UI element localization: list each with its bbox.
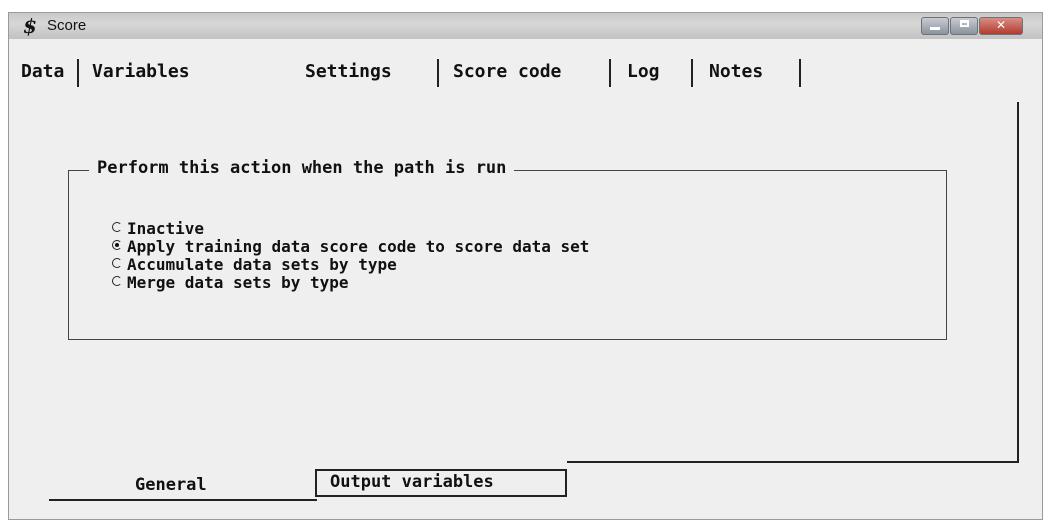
title-bar[interactable]: $ Score ✕ <box>9 13 1042 39</box>
tab-score-code[interactable]: Score code <box>453 61 561 82</box>
score-window: $ Score ✕ Data Variables Settings Score … <box>8 12 1043 520</box>
action-group-box: Perform this action when the path is run… <box>68 158 947 340</box>
option-label: Apply training data score code to score … <box>127 237 590 256</box>
window-title: Score <box>47 17 87 34</box>
close-button[interactable]: ✕ <box>979 17 1023 35</box>
action-group-legend: Perform this action when the path is run <box>89 158 515 178</box>
subtab-general[interactable]: General <box>135 475 207 495</box>
tab-variables[interactable]: Variables <box>92 61 190 82</box>
tab-divider <box>799 59 801 87</box>
sas-dollar-icon: $ <box>23 14 37 38</box>
tab-divider <box>77 59 79 87</box>
panel-border-bottom <box>567 461 1019 463</box>
tab-data[interactable]: Data <box>21 61 64 82</box>
tab-divider <box>609 59 611 87</box>
panel-border-right <box>1017 102 1019 462</box>
subtab-baseline <box>49 499 317 501</box>
minimize-button[interactable] <box>921 17 949 35</box>
option-label: Merge data sets by type <box>127 273 349 292</box>
radio-button[interactable] <box>112 222 122 232</box>
tab-divider <box>437 59 439 87</box>
tab-settings[interactable]: Settings <box>305 61 392 82</box>
option-label: Accumulate data sets by type <box>127 255 397 274</box>
tab-divider <box>691 59 693 87</box>
radio-button-selected[interactable] <box>112 240 122 250</box>
maximize-icon <box>959 20 969 27</box>
tab-notes[interactable]: Notes <box>709 61 763 82</box>
minimize-icon <box>930 27 940 30</box>
tab-log[interactable]: Log <box>627 61 660 82</box>
radio-button[interactable] <box>112 276 122 286</box>
option-label: Inactive <box>127 219 205 238</box>
close-icon: ✕ <box>995 18 1007 32</box>
maximize-button[interactable] <box>950 17 978 35</box>
subtab-output-variables[interactable]: Output variables <box>315 469 567 497</box>
radio-button[interactable] <box>112 258 122 268</box>
